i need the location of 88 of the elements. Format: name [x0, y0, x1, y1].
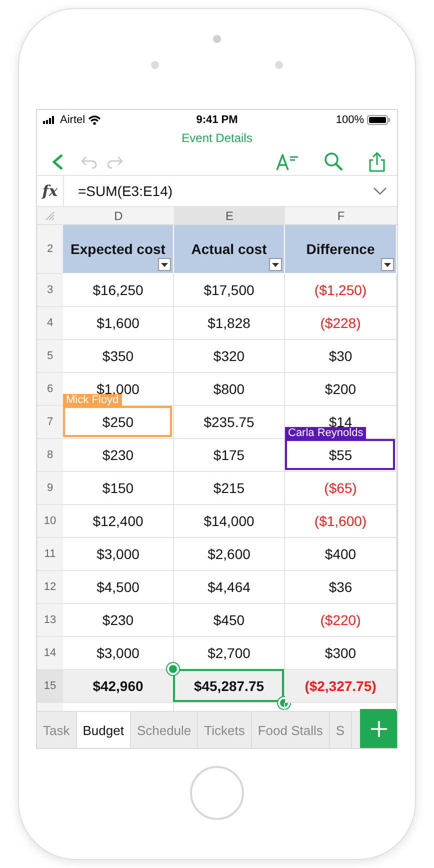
table-cell: ($1,600) [314, 513, 367, 529]
row-header[interactable]: 9 [37, 472, 63, 505]
back-icon[interactable] [51, 152, 65, 170]
table-cell: $3,000 [96, 546, 140, 562]
filter-dropdown-icon[interactable] [269, 258, 282, 271]
table-cell: $3,000 [96, 645, 140, 661]
column-header[interactable]: E [174, 207, 285, 225]
document-title: Event Details [180, 130, 254, 147]
table-cell: $300 [324, 645, 356, 661]
table-cell: $30 [328, 348, 352, 364]
row-header[interactable]: 6 [37, 373, 63, 406]
row-header[interactable]: 14 [37, 637, 63, 670]
row-header[interactable]: 7 [37, 406, 63, 439]
table-cell: ($220) [320, 612, 361, 628]
row-header[interactable]: 5 [37, 340, 63, 373]
row-header[interactable]: 8 [37, 439, 63, 472]
search-icon[interactable] [324, 152, 343, 171]
table-cell: $800 [213, 381, 245, 397]
add-sheet-button[interactable] [360, 709, 397, 748]
row-header[interactable]: 13 [37, 604, 63, 637]
sheet-tab[interactable]: Tickets [198, 712, 252, 748]
row-header[interactable]: 10 [37, 505, 63, 538]
row-header[interactable]: 2 [37, 225, 63, 274]
signal-icon [43, 116, 57, 124]
column-header[interactable]: D [63, 207, 174, 225]
selection-handle[interactable] [167, 663, 179, 675]
table-cell: $12,400 [92, 513, 144, 529]
plus-icon [370, 720, 388, 738]
table-cell: $4,464 [208, 579, 250, 595]
filter-dropdown-icon[interactable] [158, 258, 171, 271]
table-cell: $2,600 [208, 546, 250, 562]
formula-field[interactable]: =SUM(E3:E14) [64, 183, 373, 199]
row-header[interactable]: 3 [37, 274, 63, 307]
table-cell: ($2,327.75) [304, 678, 376, 694]
undo-icon[interactable] [81, 154, 97, 168]
table-cell: $17,500 [204, 282, 254, 298]
table-cell: $45,287.75 [194, 678, 264, 694]
table-cell: $200 [324, 381, 356, 397]
table-cell: $320 [213, 348, 245, 364]
table-cell: ($65) [324, 480, 357, 496]
table-cell: ($1,250) [314, 282, 367, 298]
collaborator-tag: Mick Floyd [63, 394, 122, 406]
battery-percent: 100% [336, 114, 364, 126]
sheet-tab[interactable]: S [330, 712, 352, 748]
table-cell: $16,250 [92, 282, 144, 298]
table-cell: $2,700 [208, 645, 250, 661]
column-title: Actual cost [191, 241, 267, 257]
table-cell: $175 [213, 447, 245, 463]
sheet-tab[interactable]: Food Stalls [252, 712, 330, 748]
wifi-icon [88, 114, 102, 124]
text-format-icon[interactable] [276, 154, 298, 170]
table-cell: $350 [102, 348, 134, 364]
table-cell: $14 [328, 414, 352, 430]
column-title: Difference [306, 241, 375, 257]
function-label: fx [37, 176, 64, 206]
battery-icon [366, 114, 391, 124]
row-header[interactable]: 15 [37, 670, 63, 703]
table-cell: $230 [102, 447, 134, 463]
status-time: 9:41 PM [196, 114, 238, 126]
table-cell: $150 [102, 480, 134, 496]
filter-dropdown-icon[interactable] [381, 258, 394, 271]
table-cell: $450 [213, 612, 245, 628]
table-cell: $1,828 [208, 315, 250, 331]
table-cell: ($228) [320, 315, 361, 331]
row-header[interactable]: 11 [37, 538, 63, 571]
table-cell: $36 [328, 579, 352, 595]
carrier-name: Airtel [60, 114, 86, 126]
chevron-down-icon[interactable] [373, 187, 387, 195]
table-cell: $215 [213, 480, 245, 496]
table-cell: $235.75 [204, 414, 254, 430]
sheet-tab[interactable]: Budget [76, 712, 131, 748]
sheet-tab[interactable]: Schedule [130, 712, 198, 748]
collaborator-tag: Carla Reynolds [285, 427, 366, 439]
table-cell: $230 [102, 612, 134, 628]
table-cell: $400 [324, 546, 356, 562]
corner-grip-icon[interactable] [45, 210, 55, 220]
row-header[interactable]: 4 [37, 307, 63, 340]
table-cell: $4,500 [96, 579, 140, 595]
column-header[interactable]: F [285, 207, 397, 225]
table-cell: $42,960 [92, 678, 144, 694]
table-cell: $14,000 [204, 513, 254, 529]
column-title: Expected cost [70, 241, 166, 257]
row-header[interactable]: 12 [37, 571, 63, 604]
table-cell: $1,600 [96, 315, 140, 331]
share-icon[interactable] [369, 152, 385, 172]
table-cell: $55 [328, 447, 352, 463]
table-cell: $250 [102, 414, 134, 430]
redo-icon[interactable] [107, 154, 123, 168]
